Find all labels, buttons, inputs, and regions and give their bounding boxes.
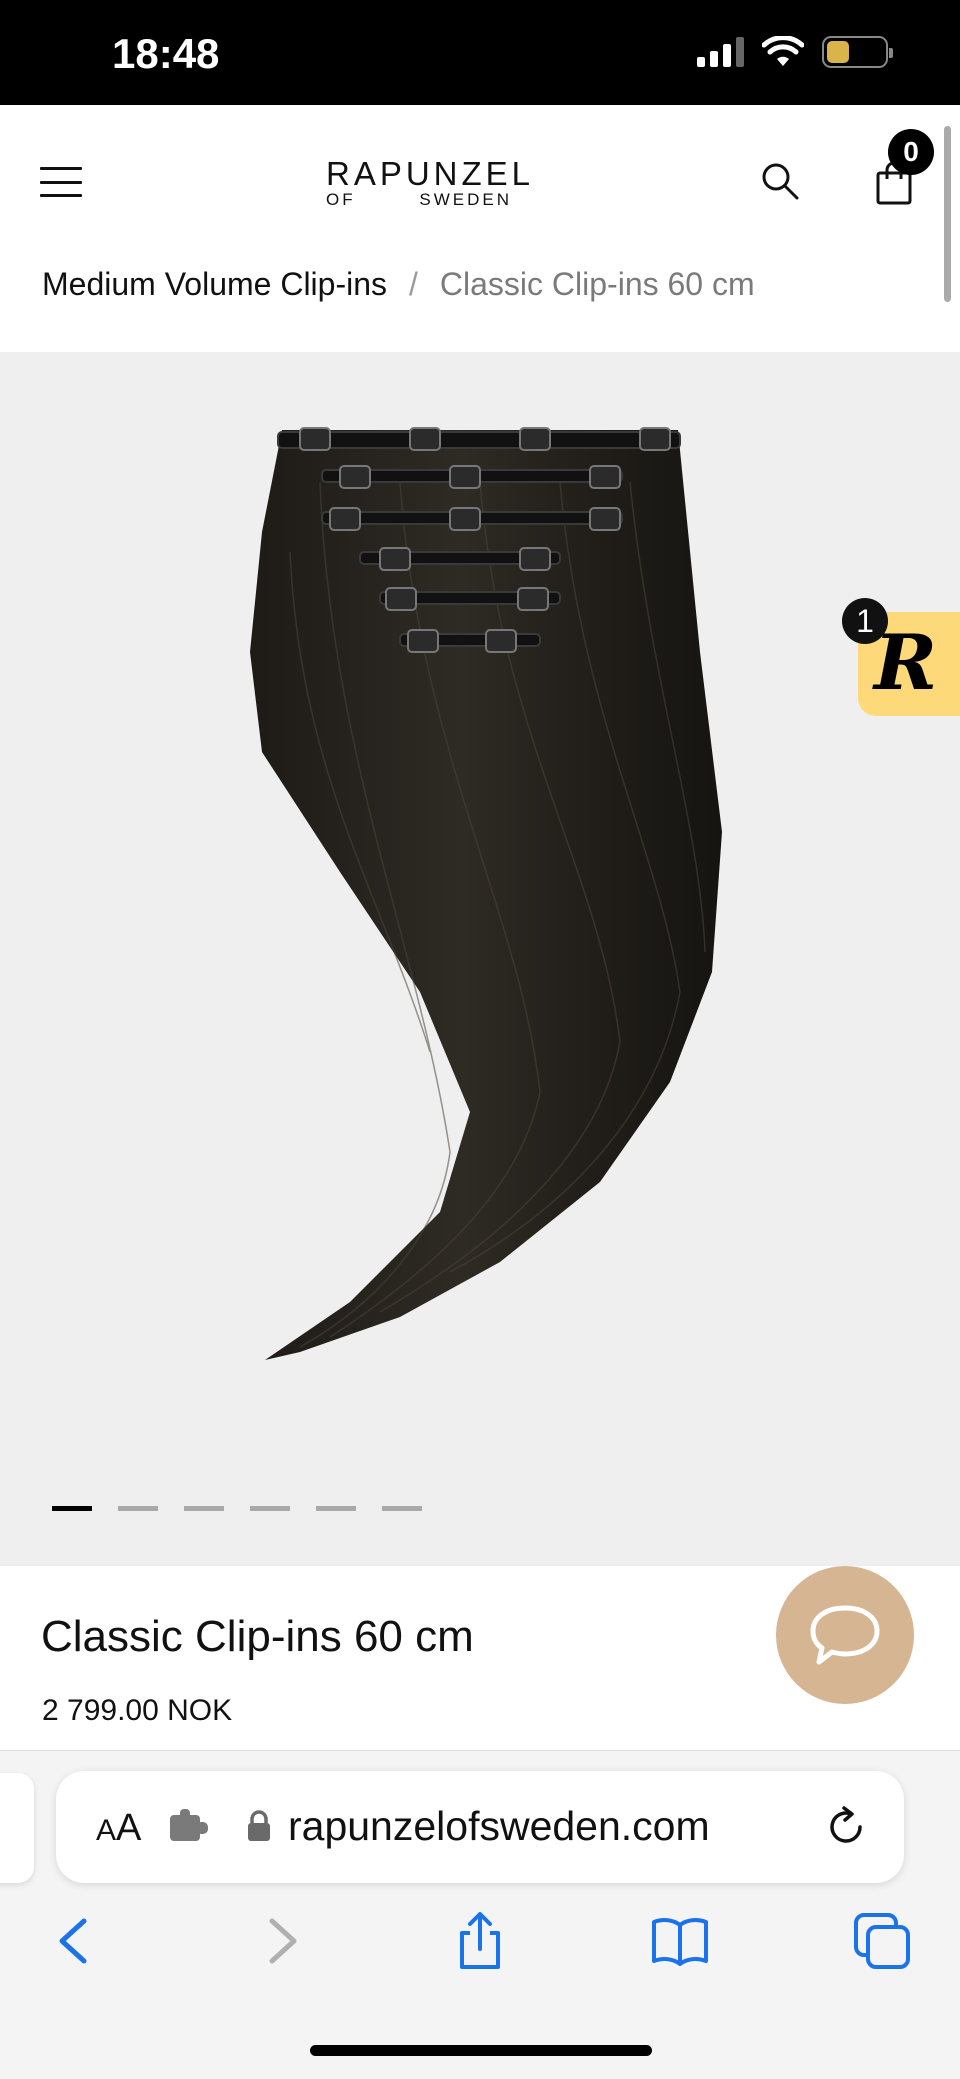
chat-button[interactable] [776, 1566, 914, 1704]
status-time: 18:48 [112, 30, 220, 77]
back-icon[interactable] [46, 1911, 106, 1971]
breadcrumb-separator: / [409, 266, 418, 302]
status-bar: 18:48 5 [0, 0, 960, 105]
browser-chrome: AA rapunzelofsweden.com [0, 1750, 960, 2079]
cellular-signal-icon [697, 37, 744, 67]
product-title: Classic Clip-ins 60 cm [41, 1612, 474, 1661]
wifi-icon [762, 36, 804, 66]
battery-icon: 5 [822, 36, 893, 68]
product-image-gallery[interactable] [0, 352, 960, 1566]
tabs-icon[interactable] [852, 1911, 912, 1971]
product-price: 2 799.00 NOK [42, 1694, 233, 1727]
chat-bubble-icon [810, 1605, 880, 1665]
reload-icon[interactable] [824, 1805, 868, 1849]
lock-icon [248, 1810, 270, 1841]
menu-icon[interactable] [40, 167, 82, 197]
gallery-dot[interactable] [250, 1506, 290, 1511]
gallery-dot[interactable] [316, 1506, 356, 1511]
gallery-dot[interactable] [52, 1506, 92, 1511]
breadcrumb-parent-link[interactable]: Medium Volume Clip-ins [42, 266, 387, 303]
address-bar[interactable]: AA rapunzelofsweden.com [56, 1771, 904, 1883]
previous-tab-preview[interactable] [0, 1773, 34, 1883]
site-logo[interactable]: RAPUNZEL OF SWEDEN [326, 155, 535, 209]
home-indicator[interactable] [310, 2045, 652, 2056]
search-icon[interactable] [760, 161, 800, 201]
browser-toolbar [0, 1901, 960, 1991]
gallery-dot[interactable] [118, 1506, 158, 1511]
breadcrumb: Medium Volume Clip-ins / Classic Clip-in… [42, 266, 755, 303]
logo-of: OF [326, 190, 356, 209]
scrollbar[interactable] [944, 126, 951, 302]
product-image-hair-extensions[interactable] [0, 352, 960, 1566]
cart-count-badge: 0 [888, 129, 934, 175]
bookmarks-icon[interactable] [650, 1911, 710, 1971]
logo-subline: OF SWEDEN [326, 191, 512, 209]
battery-level: 5 [848, 38, 862, 65]
gallery-dot[interactable] [184, 1506, 224, 1511]
status-icons: 5 [697, 36, 893, 68]
reader-settings-button[interactable]: AA [96, 1807, 141, 1850]
url-text[interactable]: rapunzelofsweden.com [288, 1803, 710, 1850]
share-icon[interactable] [450, 1911, 510, 1971]
logo-sweden: SWEDEN [419, 190, 512, 209]
forward-icon[interactable] [250, 1911, 310, 1971]
gallery-dot[interactable] [382, 1506, 422, 1511]
breadcrumb-current: Classic Clip-ins 60 cm [439, 266, 755, 302]
rewards-notification-badge: 1 [842, 598, 888, 644]
logo-wordmark: RAPUNZEL [326, 155, 535, 192]
site-header: RAPUNZEL OF SWEDEN 0 [0, 105, 960, 255]
extension-icon[interactable] [168, 1809, 210, 1845]
gallery-pagination [52, 1506, 422, 1511]
